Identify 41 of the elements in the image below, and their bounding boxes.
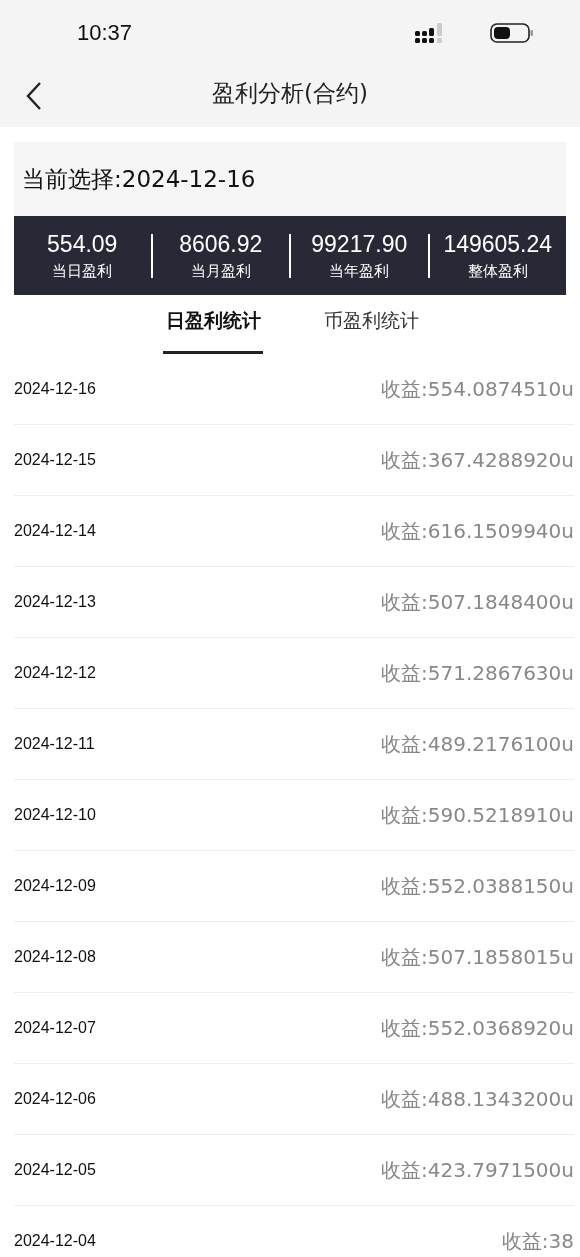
tab[interactable]: 日盈利统计 <box>163 295 263 354</box>
row-date: 2024-12-16 <box>14 380 96 398</box>
page-title: 盈利分析(合约) <box>211 79 369 108</box>
row-income: 收益:552.0388150u <box>380 872 574 900</box>
stat-label: 当年盈利 <box>329 261 390 281</box>
row-income: 收益:38 <box>501 1227 574 1255</box>
stat-label: 整体盈利 <box>467 261 528 281</box>
stat-value: 554.09 <box>47 230 118 258</box>
row-date: 2024-12-07 <box>14 1019 96 1037</box>
battery-icon <box>490 22 534 43</box>
stat-value: 149605.24 <box>443 230 553 258</box>
stat-label: 当月盈利 <box>190 261 251 281</box>
row-date: 2024-12-13 <box>14 593 96 611</box>
status-time: 10:37 <box>77 19 133 46</box>
stat-value: 99217.90 <box>311 230 408 258</box>
row-date: 2024-12-05 <box>14 1161 96 1179</box>
tab[interactable]: 币盈利统计 <box>321 295 421 354</box>
row-date: 2024-12-08 <box>14 948 96 966</box>
row-income: 收益:507.1848400u <box>380 588 574 616</box>
row-income: 收益:552.0368920u <box>380 1014 574 1042</box>
row-date: 2024-12-09 <box>14 877 96 895</box>
row-income: 收益:507.1858015u <box>380 943 574 971</box>
row-date: 2024-12-15 <box>14 451 96 469</box>
stat-label: 当日盈利 <box>52 261 113 281</box>
row-income: 收益:423.7971500u <box>380 1156 574 1184</box>
row-income: 收益:571.2867630u <box>380 659 574 687</box>
row-income: 收益:489.2176100u <box>380 730 574 758</box>
row-date: 2024-12-12 <box>14 664 96 682</box>
row-date: 2024-12-11 <box>14 735 95 753</box>
row-date: 2024-12-10 <box>14 806 96 824</box>
selected-date: 当前选择:2024-12-16 <box>22 164 256 194</box>
row-income: 收益:367.4288920u <box>380 446 574 474</box>
row-income: 收益:590.5218910u <box>380 801 574 829</box>
row-date: 2024-12-14 <box>14 522 96 540</box>
row-date: 2024-12-04 <box>14 1232 96 1250</box>
stat-value: 8606.92 <box>179 230 263 258</box>
row-date: 2024-12-06 <box>14 1090 96 1108</box>
row-income: 收益:554.0874510u <box>380 375 574 403</box>
row-income: 收益:616.1509940u <box>380 517 574 545</box>
signal-icon <box>415 21 445 44</box>
row-income: 收益:488.1343200u <box>380 1085 574 1113</box>
